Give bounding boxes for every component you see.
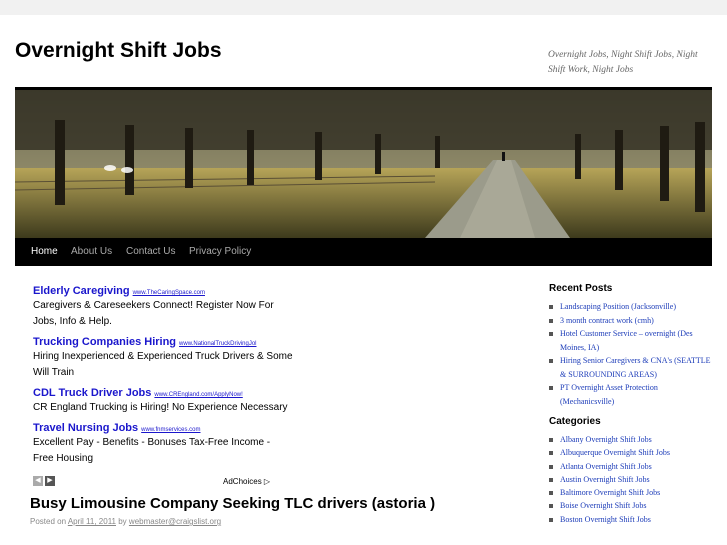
recent-post-link[interactable]: Hotel Customer Service – overnight (Des … [560, 329, 693, 352]
recent-post-item: Landscaping Position (Jacksonville) [549, 300, 714, 314]
category-item: Boston Overnight Shift Jobs [549, 513, 714, 526]
ad-description: CR England Trucking is Hiring! No Experi… [33, 402, 288, 413]
category-link[interactable]: Atlanta Overnight Shift Jobs [560, 462, 652, 471]
header-banner-image [15, 90, 712, 238]
recent-posts-list: Landscaping Position (Jacksonville) 3 mo… [549, 300, 714, 408]
category-item: Baltimore Overnight Shift Jobs [549, 486, 714, 499]
post-date-link[interactable]: April 11, 2011 [68, 517, 116, 526]
ad-unit: Elderly Caregiving www.TheCaringSpace.com… [33, 282, 293, 330]
recent-post-link[interactable]: 3 month contract work (cmh) [560, 316, 654, 325]
bullet-icon [549, 504, 553, 509]
post-meta: Posted on April 11, 2011 by webmaster@cr… [30, 517, 221, 526]
ad-unit: CDL Truck Driver Jobs www.CREngland.com/A… [33, 384, 293, 416]
bullet-icon [549, 451, 553, 456]
ad-description: Hiring Inexperienced & Experienced Truck… [33, 351, 293, 378]
recent-post-link[interactable]: Hiring Senior Caregivers & CNA's (SEATTL… [560, 356, 711, 379]
main-navigation: Home About Us Contact Us Privacy Policy [15, 238, 712, 266]
recent-posts-heading: Recent Posts [549, 283, 613, 294]
categories-heading: Categories [549, 416, 601, 427]
ad-next-arrow-icon[interactable]: ▶ [45, 476, 55, 486]
adchoices-icon: ▷ [263, 477, 271, 486]
bullet-icon [549, 318, 553, 323]
bullet-icon [549, 359, 553, 363]
category-item: Austin Overnight Shift Jobs [549, 473, 714, 486]
bullet-icon [549, 464, 553, 469]
nav-privacy-policy[interactable]: Privacy Policy [181, 238, 259, 266]
ad-description: Excellent Pay - Benefits - Bonuses Tax-F… [33, 437, 271, 464]
posted-on-label: Posted on [30, 517, 67, 526]
by-label: by [118, 517, 127, 526]
recent-post-link[interactable]: PT Overnight Asset Protection (Mechanics… [560, 383, 658, 406]
bullet-icon [549, 517, 553, 522]
nav-about-us[interactable]: About Us [63, 238, 120, 266]
category-link[interactable]: Albany Overnight Shift Jobs [560, 435, 652, 444]
category-link[interactable]: Boise Overnight Shift Jobs [560, 501, 646, 510]
ad-url[interactable]: www.NationalTruckDrivingJol [179, 341, 256, 347]
recent-post-item: Hiring Senior Caregivers & CNA's (SEATTL… [549, 354, 714, 381]
ad-title[interactable]: CDL Truck Driver Jobs [33, 387, 151, 399]
adchoices-link[interactable]: AdChoices ▷ [223, 477, 270, 486]
ad-description: Caregivers & Careseekers Connect! Regist… [33, 300, 274, 327]
site-tagline: Overnight Jobs, Night Shift Jobs, Night … [548, 50, 698, 75]
ad-unit: Trucking Companies Hiring www.NationalTru… [33, 333, 293, 381]
ad-title[interactable]: Travel Nursing Jobs [33, 422, 138, 434]
bullet-icon [549, 386, 553, 390]
adchoices-label: AdChoices [223, 477, 262, 486]
categories-list: Albany Overnight Shift Jobs Albuquerque … [549, 433, 714, 526]
sidebar: Recent Posts Landscaping Position (Jacks… [549, 281, 714, 532]
recent-post-item: 3 month contract work (cmh) [549, 314, 714, 328]
category-link[interactable]: Boston Overnight Shift Jobs [560, 515, 651, 524]
category-link[interactable]: Baltimore Overnight Shift Jobs [560, 488, 660, 497]
bullet-icon [549, 332, 553, 336]
category-item: Albuquerque Overnight Shift Jobs [549, 446, 714, 459]
bullet-icon [549, 491, 553, 496]
ad-title[interactable]: Elderly Caregiving [33, 285, 130, 297]
ad-prev-arrow-icon[interactable]: ◀ [33, 476, 43, 486]
post-title[interactable]: Busy Limousine Company Seeking TLC drive… [30, 495, 435, 512]
category-item: Boise Overnight Shift Jobs [549, 499, 714, 512]
ad-url[interactable]: www.fnmservices.com [141, 427, 200, 433]
category-item: Atlanta Overnight Shift Jobs [549, 460, 714, 473]
bullet-icon [549, 305, 553, 309]
nav-home[interactable]: Home [23, 238, 66, 266]
ad-title[interactable]: Trucking Companies Hiring [33, 336, 176, 348]
recent-post-item: Hotel Customer Service – overnight (Des … [549, 327, 714, 354]
site-title[interactable]: Overnight Shift Jobs [15, 39, 222, 63]
bullet-icon [549, 438, 553, 442]
nav-contact-us[interactable]: Contact Us [118, 238, 183, 266]
recent-post-item: PT Overnight Asset Protection (Mechanics… [549, 381, 714, 408]
post-author-link[interactable]: webmaster@craigslist.org [129, 517, 221, 526]
recent-post-link[interactable]: Landscaping Position (Jacksonville) [560, 302, 676, 311]
ad-pager: ◀ ▶ [33, 476, 57, 494]
category-link[interactable]: Albuquerque Overnight Shift Jobs [560, 448, 670, 457]
ad-url[interactable]: www.CREngland.com/ApplyNow! [154, 392, 242, 398]
category-link[interactable]: Austin Overnight Shift Jobs [560, 475, 650, 484]
category-item: Albany Overnight Shift Jobs [549, 433, 714, 446]
bullet-icon [549, 477, 553, 482]
ad-block: Elderly Caregiving www.TheCaringSpace.com… [33, 282, 293, 470]
ad-url[interactable]: www.TheCaringSpace.com [133, 290, 205, 296]
ad-unit: Travel Nursing Jobs www.fnmservices.com E… [33, 419, 293, 467]
